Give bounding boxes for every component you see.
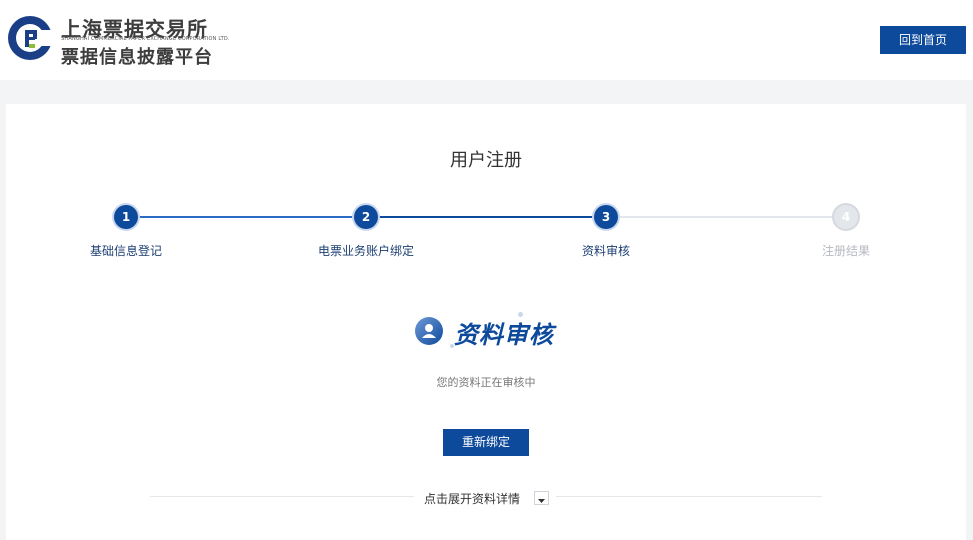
step-1-label: 基础信息登记 <box>89 244 162 258</box>
step-3-circle: 3 <box>594 205 618 229</box>
step-4-circle: 4 <box>834 205 858 229</box>
logo-subtitle: 票据信息披露平台 <box>61 47 213 68</box>
step-connector-1 <box>126 216 366 218</box>
step-2-circle: 2 <box>354 205 378 229</box>
logo-title-english: SHANGHAI COMMERCIAL PAPER EXCHANGE CORPO… <box>61 36 230 42</box>
step-connector-3 <box>606 216 846 218</box>
caret-down-icon <box>538 499 545 503</box>
header: 上海票据交易所 SHANGHAI COMMERCIAL PAPER EXCHAN… <box>0 0 973 80</box>
registration-card: 用户注册 1 2 3 4 基础信息登记 电票业务账户绑定 资料审核 注册结果 资… <box>6 104 966 540</box>
expand-details-toggle[interactable] <box>534 491 549 505</box>
step-connector-2 <box>366 216 606 218</box>
page-title: 用户注册 <box>450 150 522 171</box>
user-review-icon <box>415 317 443 345</box>
step-1-circle: 1 <box>114 205 138 229</box>
rebind-button[interactable]: 重新绑定 <box>443 429 529 456</box>
expand-details-label[interactable]: 点击展开资料详情 <box>424 490 520 507</box>
status-description: 您的资料正在审核中 <box>436 376 536 389</box>
step-2-label: 电票业务账户绑定 <box>317 244 414 258</box>
home-button[interactable]: 回到首页 <box>880 26 966 54</box>
divider-right <box>556 496 822 497</box>
exchange-logo-icon <box>8 16 54 60</box>
step-3-label: 资料审核 <box>581 244 630 258</box>
step-4-label: 注册结果 <box>821 244 870 258</box>
divider-left <box>150 496 414 497</box>
status-title: 资料审核 <box>454 321 554 349</box>
